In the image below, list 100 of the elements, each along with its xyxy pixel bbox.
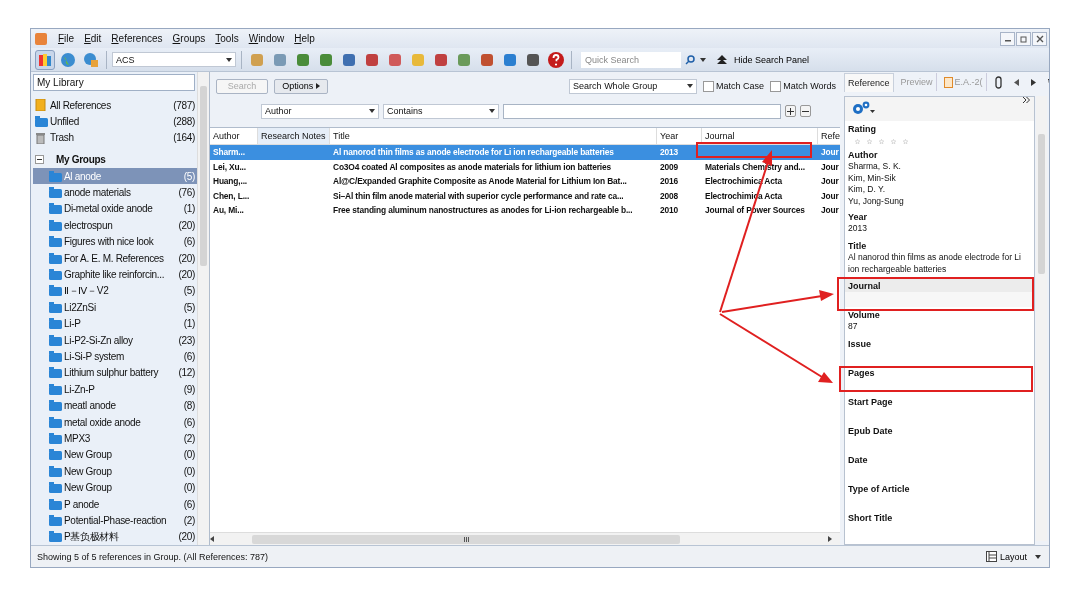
hide-search-panel-button[interactable]: Hide Search Panel: [713, 54, 814, 65]
scrollbar[interactable]: [197, 72, 209, 545]
sidebar-item[interactable]: Trash (164): [33, 129, 197, 146]
layout-button[interactable]: Layout: [979, 550, 1033, 563]
caret-icon: [226, 57, 232, 62]
rating-star[interactable]: [879, 138, 884, 144]
folder-icon: [49, 400, 62, 412]
field-label[interactable]: Date: [845, 451, 1034, 466]
operator-dropdown[interactable]: Contains: [383, 103, 499, 119]
column-header[interactable]: Journal: [702, 128, 818, 144]
group-item[interactable]: New Group (0): [33, 446, 197, 464]
menu-item[interactable]: Edit: [79, 33, 107, 44]
folder-icon: [49, 203, 62, 215]
restore-icon: [1019, 34, 1028, 43]
group-item[interactable]: Ⅱ－Ⅳ－V2 (5): [33, 282, 197, 300]
table-cell: Free standing aluminum nanostructures as anodes for Li-ion rechargeable b...: [333, 205, 633, 216]
horizontal-scrollbar[interactable]: [210, 532, 840, 545]
column-header[interactable]: Year: [657, 128, 702, 144]
table-cell: Jour: [821, 205, 839, 216]
folder-icon: [49, 383, 62, 395]
add-row-button[interactable]: [785, 105, 796, 117]
checkbox[interactable]: Match Words: [770, 80, 836, 92]
group-item[interactable]: MPX3 (2): [33, 430, 197, 447]
group-item[interactable]: Potential-Phase-reaction (2): [33, 512, 197, 529]
folder-icon: [49, 318, 62, 330]
folder-icon: [49, 432, 62, 444]
group-item[interactable]: meatl anode (8): [33, 397, 197, 414]
group-item[interactable]: Li-P2-Si-Zn alloy (23): [33, 331, 197, 349]
quick-search-field[interactable]: Quick Search: [581, 51, 681, 68]
field-label[interactable]: Volume: [845, 306, 1034, 321]
library-books-icon[interactable]: [35, 49, 55, 70]
field-value: Yu, Jong-Sung: [848, 195, 905, 208]
folder-icon: [49, 187, 62, 199]
scope-dropdown[interactable]: Search Whole Group: [569, 78, 698, 94]
group-item[interactable]: Di-metal oxide anode (1): [33, 200, 197, 218]
folder-icon: [49, 416, 62, 428]
group-item[interactable]: electrospun (20): [33, 217, 197, 234]
expand-icon[interactable]: [1023, 97, 1030, 103]
sidebar-item[interactable]: All References (787): [33, 96, 197, 114]
panel-tab[interactable]: Reference: [844, 72, 894, 92]
group-item[interactable]: Graphite like reinforcin... (20): [33, 266, 197, 283]
folder-icon: [49, 514, 62, 526]
group-item[interactable]: New Group (0): [33, 479, 197, 496]
rating-star[interactable]: [867, 138, 872, 144]
group-item[interactable]: Li-P (1): [33, 315, 197, 332]
rating-star[interactable]: [903, 138, 908, 144]
rating-star[interactable]: [855, 138, 860, 144]
field-label[interactable]: Epub Date: [845, 422, 1034, 437]
sidebar-item[interactable]: Unfiled (288): [33, 113, 197, 130]
group-item[interactable]: Li-Zn-P (9): [33, 381, 197, 398]
caret-icon[interactable]: [700, 57, 706, 62]
gears-icon[interactable]: [851, 101, 875, 117]
remove-row-button[interactable]: [800, 105, 811, 117]
menu-item[interactable]: References: [106, 33, 168, 44]
trash-icon: [35, 131, 48, 144]
rating-star[interactable]: [891, 138, 896, 144]
help-icon[interactable]: [546, 49, 566, 70]
menu-item[interactable]: Groups: [167, 33, 211, 44]
group-item[interactable]: Lithium sulphur battery (12): [33, 364, 197, 382]
scrollbar[interactable]: [1036, 96, 1047, 541]
group-item[interactable]: P anode (6): [33, 495, 197, 513]
options-button[interactable]: Options: [274, 78, 328, 94]
checkbox[interactable]: Match Case: [703, 80, 765, 92]
folder-icon: [49, 269, 62, 281]
table-cell: Sharm...: [213, 147, 245, 158]
close-button[interactable]: [1032, 31, 1047, 46]
group-item[interactable]: Figures with nice look (6): [33, 233, 197, 250]
caret-icon[interactable]: [1035, 554, 1041, 559]
group-item[interactable]: P基负极材料 (20): [33, 528, 197, 545]
field-dropdown[interactable]: Author: [261, 103, 379, 119]
table-cell: Al nanorod thin films as anode electrode for Li ion rechargeable batteries: [333, 147, 614, 158]
style-dropdown[interactable]: ACS: [112, 52, 236, 67]
group-item[interactable]: New Group (0): [33, 463, 197, 480]
pdf-icon: [943, 76, 953, 88]
folder-icon: [49, 334, 62, 346]
group-item[interactable]: For A. E. M. References (20): [33, 249, 197, 267]
field-label[interactable]: Year: [845, 209, 1034, 224]
field-label[interactable]: Issue: [845, 335, 1034, 350]
minimize-button[interactable]: [1000, 31, 1015, 46]
field-label[interactable]: Title: [845, 238, 1034, 253]
field-label[interactable]: Short Title: [845, 509, 1034, 524]
grip-icon: [463, 536, 469, 542]
group-item[interactable]: Li-Si-P system (6): [33, 348, 197, 365]
column-header[interactable]: Title: [330, 128, 657, 144]
menu-item[interactable]: File: [53, 33, 80, 44]
field-label[interactable]: Rating: [845, 121, 1034, 135]
field-label[interactable]: Author: [845, 147, 1034, 161]
menu-item[interactable]: Window: [243, 33, 290, 44]
field-label[interactable]: Type of Article: [845, 480, 1034, 495]
groups-header[interactable]: My Groups: [33, 146, 197, 168]
field-value: Sharma, S. K.: [848, 161, 902, 173]
menu-item[interactable]: Tools: [210, 33, 244, 44]
group-item[interactable]: anode materials (76): [33, 184, 197, 201]
group-item[interactable]: Li2ZnSi (5): [33, 299, 197, 316]
search-term-field[interactable]: [503, 103, 781, 119]
menu-item[interactable]: Help: [289, 33, 320, 44]
field-label[interactable]: Start Page: [845, 393, 1034, 408]
group-item[interactable]: metal oxide anode (6): [33, 413, 197, 431]
field-label[interactable]: Pages: [845, 364, 1034, 379]
column-header[interactable]: Research Notes: [258, 128, 330, 144]
